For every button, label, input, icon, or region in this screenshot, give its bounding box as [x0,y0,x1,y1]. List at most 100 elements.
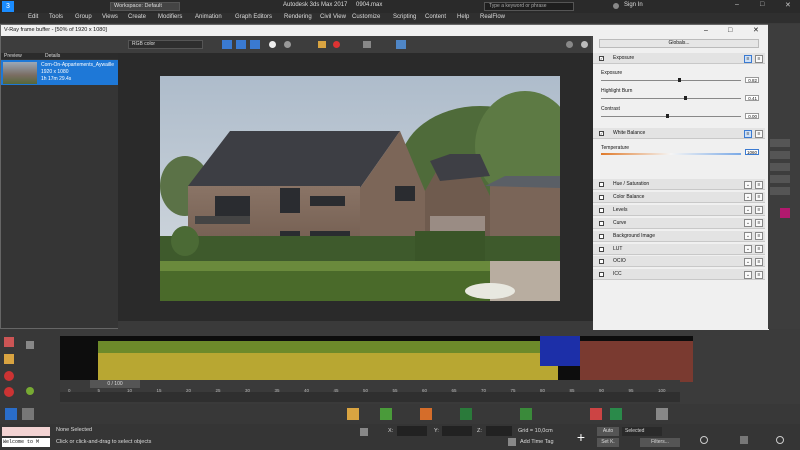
tool-icon[interactable] [5,408,17,420]
layer-expand-icon[interactable]: ⌄ [744,257,752,266]
layer-row[interactable]: LUT ⌄ ≡ [593,243,765,255]
exposure-expand-icon[interactable]: ≡ [744,54,752,63]
add-key-icon[interactable]: + [572,428,590,446]
layer-checkbox[interactable] [599,207,604,213]
x-coord-field[interactable] [397,426,427,436]
maxscript-listener[interactable]: Welcome to M [2,438,50,447]
layer-row[interactable]: Color Balance ⌄ ≡ [593,191,765,203]
tool-icon[interactable] [26,341,34,349]
layer-expand-icon[interactable]: ⌄ [744,270,752,279]
menu-help[interactable]: Help [457,14,469,20]
menu-animation[interactable]: Animation [195,14,222,20]
tool-icon[interactable] [656,408,668,420]
white-balance-layer[interactable]: ✓ White Balance ≡ ≡ [593,128,765,139]
lock-selection-icon[interactable] [360,428,368,436]
pan-icon[interactable] [740,436,748,444]
user-icon[interactable] [613,3,619,9]
highlight-burn-slider[interactable] [601,98,741,99]
exposure-checkbox[interactable]: ✓ [599,56,604,61]
clear-image-icon[interactable] [333,41,340,48]
tool-icon[interactable] [347,408,359,420]
layer-checkbox[interactable] [599,182,604,187]
maxscript-pink-bar[interactable] [2,427,50,436]
filters-button[interactable]: Filters... [640,438,680,447]
layer-checkbox[interactable] [599,194,604,200]
time-tag-icon[interactable] [508,438,516,446]
viewport-preview[interactable] [60,336,693,382]
tool-icon[interactable] [610,408,622,420]
tab-details[interactable]: Details [45,53,60,59]
layer-menu-icon[interactable]: ≡ [755,270,763,279]
green-channel-button[interactable] [236,40,246,49]
region-render-icon[interactable] [396,40,406,49]
menu-views[interactable]: Views [102,14,118,20]
auto-key-button[interactable]: Auto [597,427,619,436]
channel-select[interactable]: RGB color [128,40,203,49]
globals-button[interactable]: Globals... [599,39,759,48]
temperature-slider[interactable] [601,153,741,155]
vfb-minimize-button[interactable]: – [704,25,708,36]
red-channel-button[interactable] [222,40,232,49]
modifier-slot[interactable] [770,187,790,195]
modifier-slot[interactable] [770,139,790,147]
layer-expand-icon[interactable]: ⌄ [744,193,752,202]
temperature-value[interactable]: 1060 [745,149,759,155]
vfb-close-button[interactable]: ✕ [753,25,759,36]
layer-checkbox[interactable] [599,272,604,278]
layer-menu-icon[interactable]: ≡ [755,193,763,202]
highlight-burn-value[interactable]: 0.41 [745,95,759,101]
time-slider[interactable]: 0 / 100 [90,380,140,388]
layer-row[interactable]: OCIO ⌄ ≡ [593,256,765,268]
track-mouse-icon[interactable] [363,41,371,48]
layer-expand-icon[interactable]: ⌄ [744,180,752,189]
workspace-select[interactable]: Workspace: Default [110,2,180,11]
layer-checkbox[interactable] [599,220,604,226]
menu-scripting[interactable]: Scripting [393,14,416,20]
layer-expand-icon[interactable]: ⌄ [744,245,752,253]
grey-display-icon[interactable] [284,41,291,48]
render-icon[interactable] [566,41,573,48]
tool-icon[interactable] [380,408,392,420]
tool-icon[interactable] [26,387,34,395]
orbit-icon[interactable] [776,436,784,444]
modifier-slot[interactable] [770,163,790,171]
modifier-slot[interactable] [770,151,790,159]
exposure-slider-knob[interactable] [678,78,681,82]
highlight-burn-knob[interactable] [684,96,687,100]
menu-tools[interactable]: Tools [49,14,63,20]
menu-content[interactable]: Content [425,14,446,20]
menu-civil-view[interactable]: Civil View [320,14,346,20]
layer-checkbox[interactable] [599,246,604,252]
menu-group[interactable]: Group [75,14,92,20]
menu-modifiers[interactable]: Modifiers [158,14,182,20]
tool-icon[interactable] [460,408,472,420]
layer-menu-icon[interactable]: ≡ [755,232,763,241]
layer-expand-icon[interactable]: ⌄ [744,219,752,228]
white-balance-checkbox[interactable]: ✓ [599,131,604,136]
save-image-icon[interactable] [318,41,326,48]
tool-icon[interactable] [22,408,34,420]
tool-icon[interactable] [590,408,602,420]
tool-icon[interactable] [4,354,14,364]
add-time-tag[interactable]: Add Time Tag [520,439,554,445]
contrast-knob[interactable] [666,114,669,118]
set-key-button[interactable]: Set K. [597,438,619,447]
close-button[interactable]: ✕ [785,1,791,9]
white-balance-menu-icon[interactable]: ≡ [755,129,763,138]
white-display-icon[interactable] [269,41,276,48]
layer-row[interactable]: Levels ⌄ ≡ [593,204,765,216]
white-balance-expand-icon[interactable]: ≡ [744,129,752,138]
vfb-maximize-button[interactable]: □ [728,25,732,36]
tool-icon[interactable] [4,337,14,347]
selected-dropdown[interactable]: Selected [622,427,662,436]
search-input[interactable]: Type a keyword or phrase [484,2,574,11]
tool-icon[interactable] [420,408,432,420]
menu-customize[interactable]: Customize [352,14,380,20]
modifier-slot[interactable] [770,175,790,183]
exposure-value[interactable]: 0.82 [745,77,759,83]
menu-edit[interactable]: Edit [28,14,38,20]
layer-row[interactable]: Curve ⌄ ≡ [593,217,765,229]
layer-checkbox[interactable] [599,233,604,239]
tool-icon[interactable] [520,408,532,420]
z-coord-field[interactable] [486,426,512,436]
